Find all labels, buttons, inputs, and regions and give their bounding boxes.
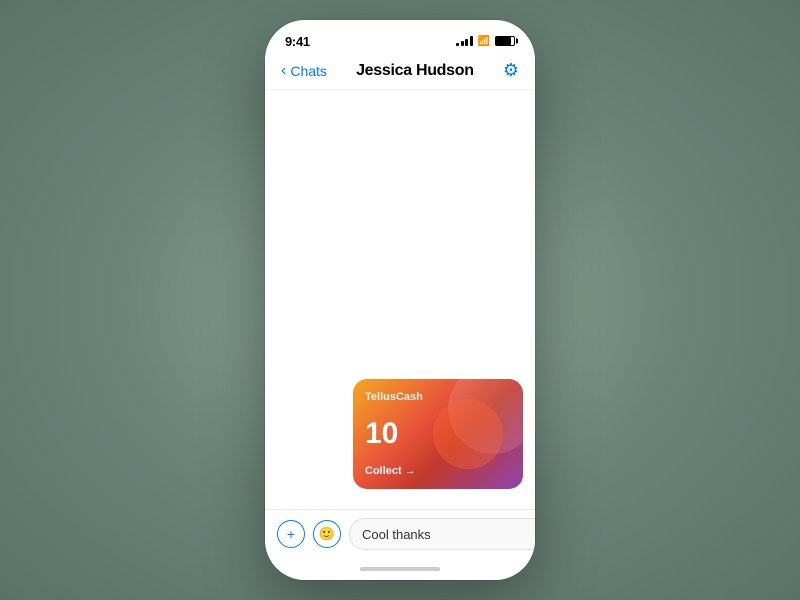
card-collect-button[interactable]: Collect → — [365, 465, 511, 477]
home-indicator — [265, 558, 535, 580]
phone-frame: 9:41 📶 ‹ Chats Jessica Hudson ⚙ Tel — [265, 20, 535, 580]
nav-bar: ‹ Chats Jessica Hudson ⚙ — [265, 56, 535, 90]
back-button[interactable]: ‹ Chats — [281, 63, 327, 79]
message-bubble: TellusCash 10 Collect → — [277, 379, 523, 497]
card-amount: 10 — [365, 419, 511, 449]
wifi-icon: 📶 — [478, 36, 490, 47]
home-bar — [360, 567, 440, 571]
tellus-cash-card[interactable]: TellusCash 10 Collect → — [353, 379, 523, 489]
emoji-icon: 🙂 — [319, 526, 335, 542]
emoji-button[interactable]: 🙂 — [313, 520, 341, 548]
signal-icon — [456, 36, 473, 46]
status-time: 9:41 — [285, 34, 310, 49]
status-bar: 9:41 📶 — [265, 20, 535, 56]
plus-icon: + — [287, 526, 295, 542]
settings-icon[interactable]: ⚙ — [503, 60, 519, 81]
card-name: TellusCash — [365, 391, 511, 403]
input-bar: + 🙂 ➤ — [265, 509, 535, 558]
battery-icon — [495, 36, 515, 46]
back-label: Chats — [290, 63, 327, 79]
status-icons: 📶 — [456, 36, 515, 47]
chevron-left-icon: ‹ — [281, 63, 286, 79]
add-button[interactable]: + — [277, 520, 305, 548]
message-input[interactable] — [349, 518, 535, 550]
chat-area: TellusCash 10 Collect → — [265, 90, 535, 509]
chat-title: Jessica Hudson — [356, 62, 474, 80]
